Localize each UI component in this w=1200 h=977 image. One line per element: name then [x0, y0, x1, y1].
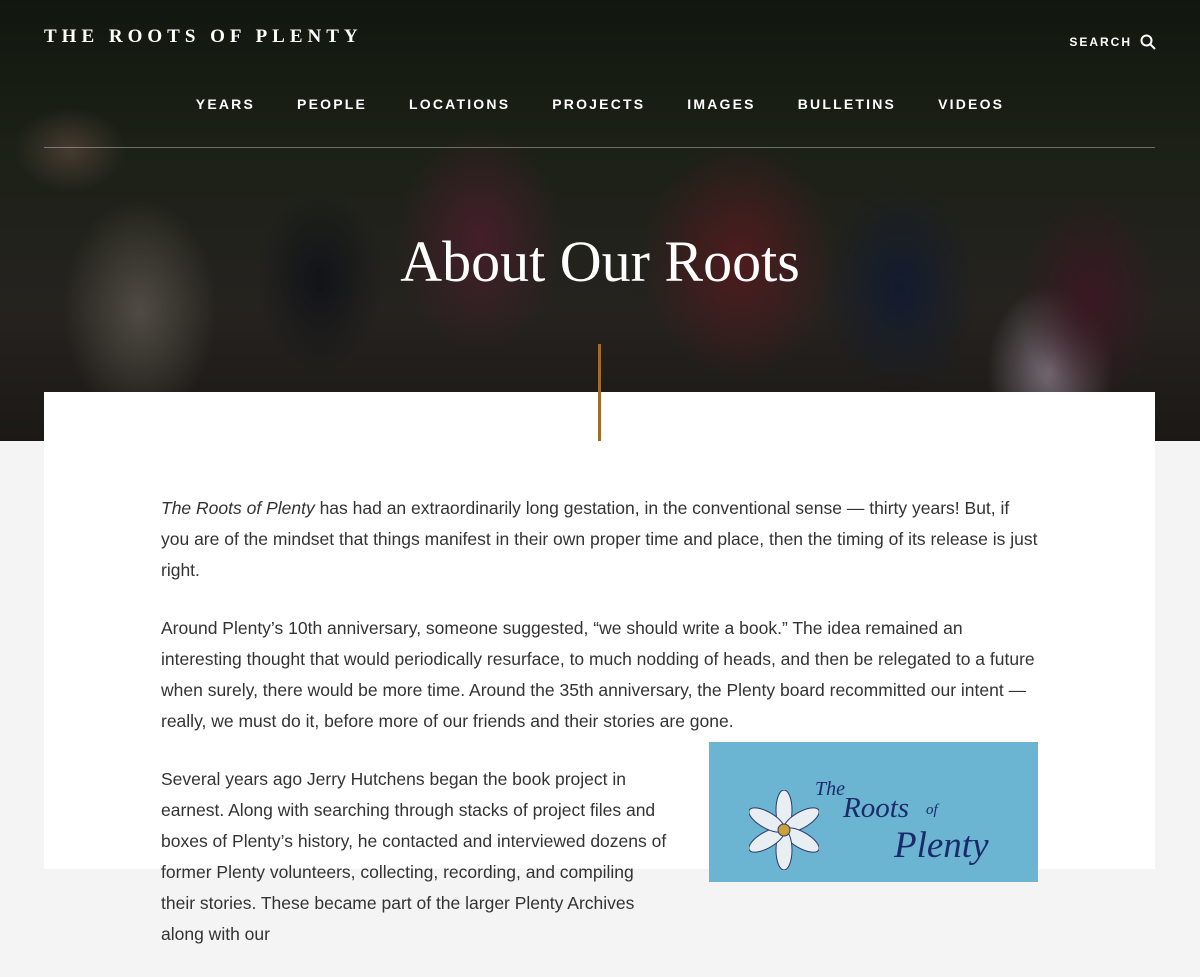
search-button[interactable]: SEARCH	[1069, 34, 1156, 50]
nav-years[interactable]: YEARS	[196, 96, 255, 112]
nav-videos[interactable]: VIDEOS	[938, 96, 1004, 112]
flower-icon	[749, 790, 819, 870]
paragraph-3: Several years ago Jerry Hutchens began t…	[161, 769, 667, 944]
main-nav: YEARS PEOPLE LOCATIONS PROJECTS IMAGES B…	[0, 96, 1200, 112]
nav-divider	[44, 147, 1155, 148]
cover-of: of	[926, 802, 938, 818]
search-icon	[1140, 34, 1156, 50]
book-title-em: The Roots of Plenty	[161, 498, 315, 518]
nav-projects[interactable]: PROJECTS	[552, 96, 645, 112]
nav-bulletins[interactable]: BULLETINS	[798, 96, 896, 112]
site-logo[interactable]: THE ROOTS OF PLENTY	[44, 26, 363, 48]
nav-locations[interactable]: LOCATIONS	[409, 96, 510, 112]
page-title: About Our Roots	[400, 229, 800, 294]
nav-people[interactable]: PEOPLE	[297, 96, 367, 112]
book-cover-image: The Roots of Plenty	[709, 742, 1038, 882]
article-body: The Roots of Plenty has had an extraordi…	[161, 493, 1041, 977]
paragraph-1: The Roots of Plenty has had an extraordi…	[161, 493, 1041, 586]
accent-divider	[598, 344, 601, 441]
cover-plenty: Plenty	[894, 825, 989, 866]
search-label: SEARCH	[1069, 35, 1132, 49]
paragraph-2: Around Plenty’s 10th anniversary, someon…	[161, 618, 1035, 731]
cover-roots: Roots	[843, 792, 910, 824]
nav-images[interactable]: IMAGES	[687, 96, 755, 112]
cover-the: The	[815, 778, 845, 800]
